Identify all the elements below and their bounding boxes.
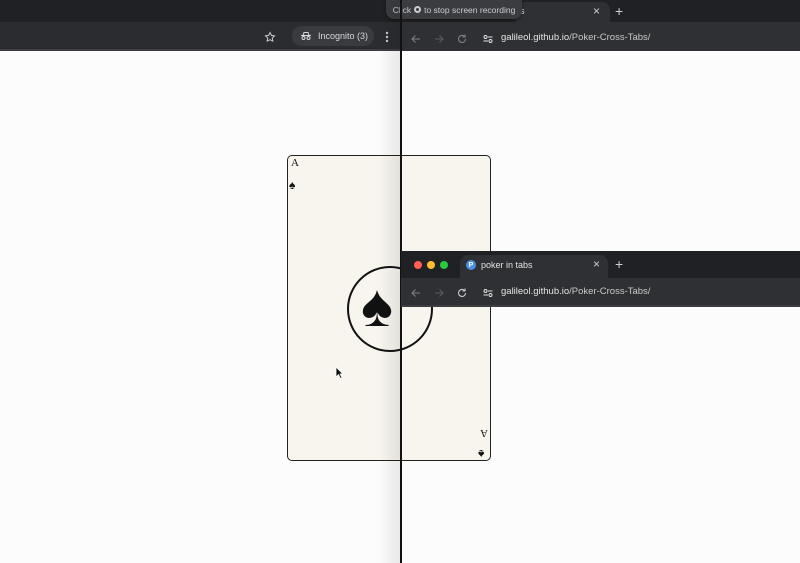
second-address-domain: galileol.github.io: [501, 286, 570, 297]
right-address-domain: galileol.github.io: [501, 32, 570, 43]
second-address-bar[interactable]: galileol.github.io/Poker-Cross-Tabs/: [501, 286, 650, 297]
left-toolbar-border: [0, 49, 401, 51]
right-address-bar[interactable]: galileol.github.io/Poker-Cross-Tabs/: [501, 32, 650, 43]
incognito-indicator[interactable]: Incognito (3): [292, 26, 374, 46]
maximize-window-button[interactable]: [440, 261, 448, 269]
forward-arrow-icon[interactable]: [433, 32, 445, 44]
second-tab-title: poker in tabs: [481, 260, 533, 270]
recording-stop-label: to stop screen recording: [424, 4, 516, 15]
second-toolbar-border: [401, 305, 800, 307]
tab-favicon-icon: P: [466, 260, 476, 270]
right-tab-close-icon[interactable]: ×: [593, 4, 600, 18]
site-info-icon[interactable]: [482, 32, 494, 44]
second-forward-arrow-icon[interactable]: [433, 286, 445, 298]
second-tab-close-icon[interactable]: ×: [593, 257, 600, 271]
stop-recording-icon[interactable]: [414, 6, 422, 13]
second-back-arrow-icon[interactable]: [410, 286, 422, 298]
mouse-cursor-icon: [335, 366, 345, 380]
back-arrow-icon[interactable]: [410, 32, 422, 44]
left-tab-strip: [0, 0, 401, 22]
incognito-icon: [301, 32, 311, 40]
incognito-label: Incognito (3): [318, 31, 369, 41]
second-reload-icon[interactable]: [456, 286, 468, 298]
screen-recording-banner[interactable]: Click to stop screen recording: [386, 0, 522, 19]
second-address-path: /Poker-Cross-Tabs/: [569, 286, 651, 297]
card-rank-top: A: [291, 157, 299, 169]
second-site-info-icon[interactable]: [482, 286, 494, 298]
card-rank-bottom: A: [480, 427, 488, 439]
reload-icon[interactable]: [456, 32, 468, 44]
card-suit-top: ♠: [289, 178, 296, 192]
card-suit-bottom: ♠: [478, 447, 485, 461]
minimize-window-button[interactable]: [427, 261, 435, 269]
close-window-button[interactable]: [414, 261, 422, 269]
second-new-tab-button[interactable]: +: [615, 256, 623, 272]
right-address-path: /Poker-Cross-Tabs/: [569, 32, 651, 43]
right-new-tab-button[interactable]: +: [615, 3, 623, 19]
star-icon[interactable]: [263, 30, 277, 44]
window-edge-shadow: [378, 0, 400, 563]
